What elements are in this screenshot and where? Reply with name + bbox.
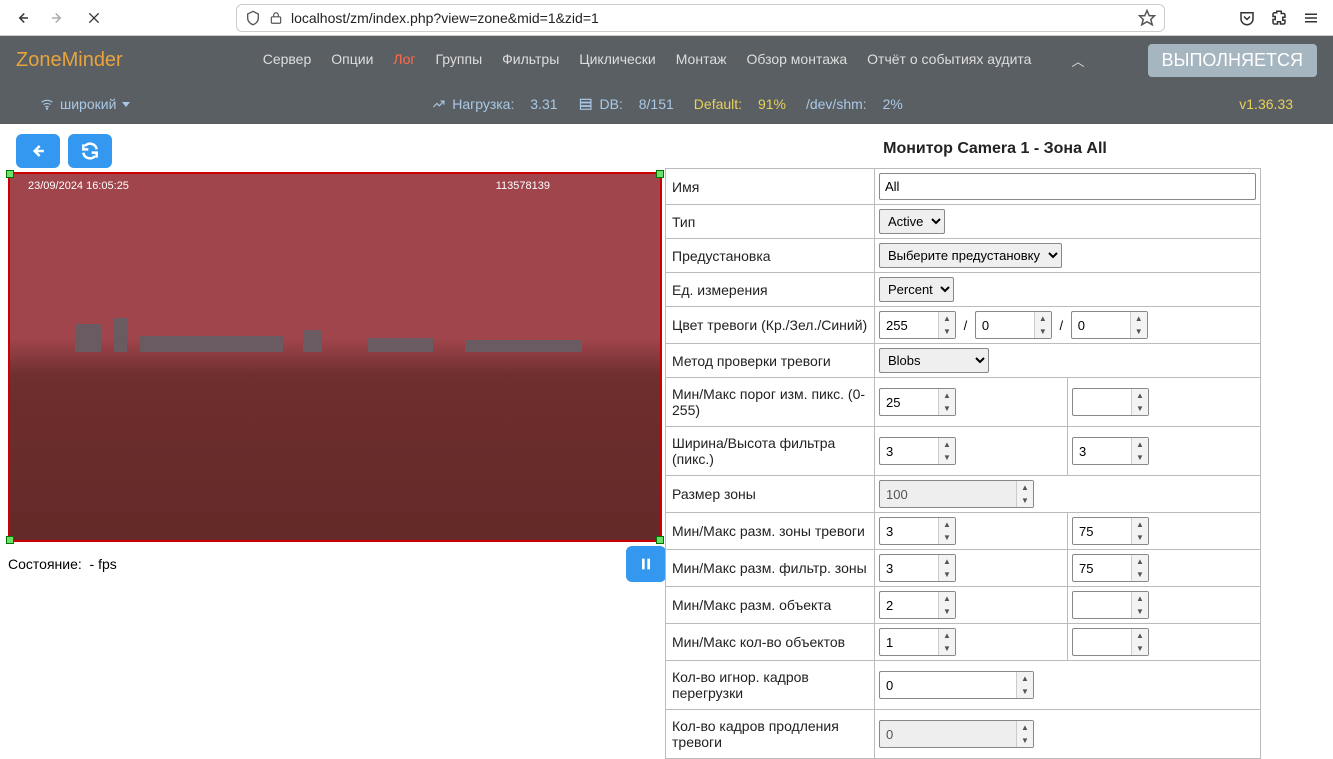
alarm-g-input[interactable]	[976, 318, 1034, 333]
url-input[interactable]	[291, 10, 1130, 26]
nav-review[interactable]: Обзор монтажа	[746, 51, 847, 70]
app-navbar: ZoneMinder Сервер Опции Лог Группы Фильт…	[0, 36, 1333, 84]
blobs-min[interactable]	[880, 635, 938, 650]
filter-area-min[interactable]	[880, 561, 938, 576]
blob-area-max[interactable]	[1073, 598, 1131, 613]
pixel-thresh-min[interactable]	[880, 395, 938, 410]
nav-links: Сервер Опции Лог Группы Фильтры Цикличес…	[263, 51, 1085, 70]
menu-icon[interactable]	[1297, 4, 1325, 32]
pause-button[interactable]	[626, 546, 666, 582]
refresh-button[interactable]	[68, 134, 112, 168]
bandwidth-selector[interactable]: широкий	[40, 96, 130, 112]
forward-button[interactable]	[44, 4, 72, 32]
zone-handle-tr[interactable]	[656, 170, 664, 178]
brand-logo[interactable]: ZoneMinder	[16, 49, 123, 72]
extensions-icon[interactable]	[1265, 4, 1293, 32]
nav-cycle[interactable]: Циклически	[579, 51, 655, 70]
units-select[interactable]: Percent	[879, 277, 954, 302]
zone-area-input	[880, 487, 1016, 502]
page-title: Монитор Camera 1 - Зона All	[665, 140, 1325, 158]
zone-settings-table: Имя Тип Active Предустановка Выберите пр…	[665, 168, 1261, 759]
overload-input[interactable]	[880, 678, 1016, 693]
default-stat[interactable]: Default: 91%	[694, 96, 786, 112]
nav-audit[interactable]: Отчёт о событиях аудита	[867, 51, 1031, 70]
label-overload: Кол-во игнор. кадров перегрузки	[666, 661, 875, 710]
state-text: Состояние: - fps	[8, 556, 117, 572]
preview-timestamp: 23/09/2024 16:05:25	[28, 180, 129, 192]
alarm-r-input[interactable]	[880, 318, 938, 333]
pause-icon	[638, 556, 654, 572]
check-method-select[interactable]: Blobs	[879, 348, 989, 373]
version-link[interactable]: v1.36.33	[1239, 96, 1293, 112]
nav-more-caret[interactable]: ︿	[1071, 51, 1084, 70]
nav-options[interactable]: Опции	[331, 51, 373, 70]
blobs-max[interactable]	[1073, 635, 1131, 650]
trend-icon	[430, 97, 446, 111]
name-input[interactable]	[879, 173, 1256, 200]
alarm-b-input[interactable]	[1072, 318, 1130, 333]
address-bar	[236, 4, 1165, 32]
label-extend: Кол-во кадров продления тревоги	[666, 710, 875, 759]
pixel-thresh-max[interactable]	[1073, 395, 1131, 410]
alarm-area-max[interactable]	[1073, 524, 1131, 539]
zone-handle-br[interactable]	[656, 536, 664, 544]
label-pixel-thresh: Мин/Макс порог изм. пикс. (0-255)	[666, 378, 875, 427]
label-check-method: Метод проверки тревоги	[666, 344, 875, 378]
nav-filters[interactable]: Фильтры	[502, 51, 559, 70]
filter-w-input[interactable]	[880, 444, 938, 459]
zone-handle-tl[interactable]	[6, 170, 14, 178]
label-blobs: Мин/Макс кол-во объектов	[666, 624, 875, 661]
nav-groups[interactable]: Группы	[436, 51, 483, 70]
chevron-down-icon	[122, 102, 130, 107]
run-state-badge[interactable]: ВЫПОЛНЯЕТСЯ	[1148, 44, 1318, 77]
alarm-area-min[interactable]	[880, 524, 938, 539]
label-preset: Предустановка	[666, 239, 875, 273]
wifi-icon	[40, 97, 54, 111]
label-units: Ед. измерения	[666, 273, 875, 307]
label-filter-area: Мин/Макс разм. фильтр. зоны	[666, 550, 875, 587]
label-alarm-area: Мин/Макс разм. зоны тревоги	[666, 513, 875, 550]
db-stat[interactable]: DB: 8/151	[578, 96, 674, 112]
label-zone-area: Размер зоны	[666, 476, 875, 513]
filter-area-max[interactable]	[1073, 561, 1131, 576]
type-select[interactable]: Active	[879, 209, 945, 234]
status-bar: широкий Нагрузка: 3.31 DB: 8/151 Default…	[0, 84, 1333, 124]
back-page-button[interactable]	[16, 134, 60, 168]
extend-input	[880, 727, 1016, 742]
label-name: Имя	[666, 169, 875, 205]
bandwidth-label: широкий	[60, 96, 116, 112]
pocket-icon[interactable]	[1233, 4, 1261, 32]
shield-icon	[245, 10, 261, 26]
nav-server[interactable]: Сервер	[263, 51, 312, 70]
zone-handle-bl[interactable]	[6, 536, 14, 544]
storage-icon	[578, 97, 594, 111]
nav-montage[interactable]: Монтаж	[676, 51, 727, 70]
label-alarm-color: Цвет тревоги (Кр./Зел./Синий)	[666, 307, 875, 344]
nav-log[interactable]: Лог	[393, 51, 415, 70]
blob-area-min[interactable]	[880, 598, 938, 613]
preview-frame: 113578139	[496, 180, 550, 192]
filter-h-input[interactable]	[1073, 444, 1131, 459]
label-filter-wh: Ширина/Высота фильтра (пикс.)	[666, 427, 875, 476]
shm-stat[interactable]: /dev/shm: 2%	[806, 96, 903, 112]
back-button[interactable]	[8, 4, 36, 32]
zone-preview[interactable]: 23/09/2024 16:05:25 113578139	[8, 172, 662, 542]
arrow-left-icon	[28, 141, 48, 161]
refresh-icon	[80, 141, 100, 161]
label-blob-area: Мин/Макс разм. объекта	[666, 587, 875, 624]
label-type: Тип	[666, 205, 875, 239]
content: 23/09/2024 16:05:25 113578139 Состояние:…	[0, 124, 1333, 759]
browser-toolbar	[0, 0, 1333, 36]
stop-button[interactable]	[80, 4, 108, 32]
lock-icon	[269, 10, 283, 26]
bookmark-star-icon[interactable]	[1138, 9, 1156, 27]
preset-select[interactable]: Выберите предустановку	[879, 243, 1062, 268]
load-stat[interactable]: Нагрузка: 3.31	[430, 96, 557, 112]
